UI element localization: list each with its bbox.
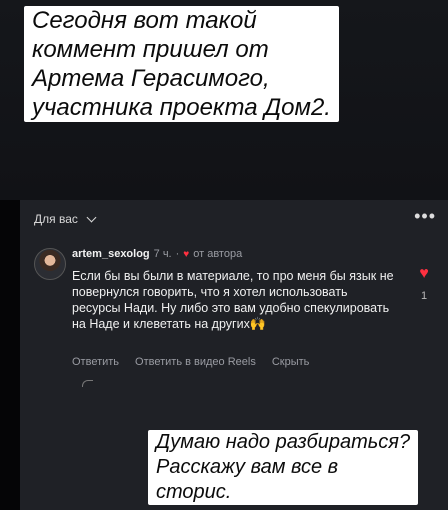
caption-bottom-line: Расскажу вам все в — [156, 456, 339, 478]
caption-top-line: Сегодня вот такой — [32, 7, 257, 34]
raised-hands-icon: 🙌 — [249, 316, 267, 331]
caption-top-line: Артема Герасимого, — [32, 65, 270, 92]
comment-actions: Ответить Ответить в видео Reels Скрыть — [72, 356, 309, 368]
like-count: 1 — [420, 290, 428, 302]
comment-meta: artem_sexolog 7 ч. · ♥ от автора — [72, 248, 242, 260]
caption-top-line: участника проекта Дом2. — [32, 94, 331, 121]
chevron-down-icon — [86, 212, 97, 222]
like-control[interactable]: ♥ 1 — [412, 266, 436, 303]
heart-filled-icon[interactable]: ♥ — [412, 266, 436, 282]
caption-top: Сегодня вот такой коммент пришел от Арте… — [24, 6, 339, 122]
reply-button[interactable]: Ответить — [72, 356, 119, 368]
more-horizontal-icon[interactable]: ••• — [414, 206, 436, 227]
reply-reels-button[interactable]: Ответить в видео Reels — [135, 356, 256, 368]
for-you-dropdown[interactable]: Для вас — [34, 212, 97, 226]
heart-icon: ♥ — [183, 248, 190, 260]
comment-body: Если бы вы были в материале, то про меня… — [72, 269, 394, 331]
separator: · — [175, 248, 180, 260]
avatar[interactable] — [34, 248, 66, 280]
for-you-label: Для вас — [34, 212, 78, 226]
hide-button[interactable]: Скрыть — [272, 356, 310, 368]
caption-bottom-line: сторис. — [156, 481, 232, 503]
author-badge: от автора — [193, 248, 243, 260]
caption-top-line: коммент пришел от — [32, 36, 269, 63]
username[interactable]: artem_sexolog — [72, 248, 150, 260]
caption-bottom-line: Думаю надо разбираться? — [156, 431, 411, 453]
comment-text: Если бы вы были в материале, то про меня… — [72, 268, 398, 332]
comment-time: 7 ч. — [153, 248, 172, 260]
caption-bottom: Думаю надо разбираться? Расскажу вам все… — [148, 430, 419, 505]
replies-connector — [82, 380, 93, 387]
left-edge — [0, 200, 20, 510]
